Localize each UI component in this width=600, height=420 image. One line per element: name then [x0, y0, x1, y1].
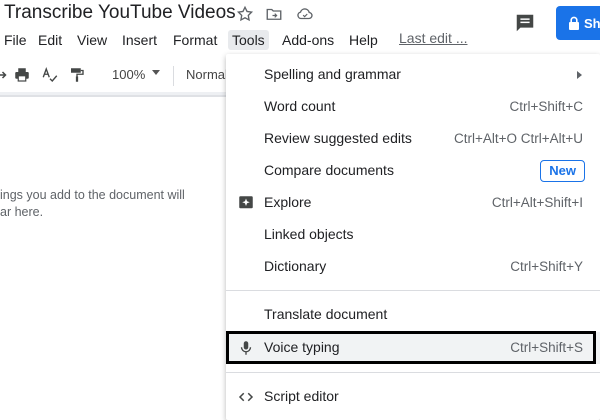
menu-item-label: Linked objects [264, 226, 354, 242]
document-outline-panel: ings you add to the document will ar her… [0, 97, 230, 420]
menu-item-shortcut: Ctrl+Alt+Shift+I [491, 195, 583, 210]
menu-separator [226, 372, 600, 373]
toolbar-divider [173, 66, 174, 86]
submenu-arrow-icon [577, 71, 582, 79]
outline-hint-line-1: ings you add to the document will [0, 188, 185, 202]
tools-menu: Spelling and grammar Word count Ctrl+Shi… [226, 54, 600, 420]
menu-separator [226, 290, 600, 291]
menu-item-script-editor[interactable]: Script editor [226, 381, 600, 413]
menu-help[interactable]: Help [345, 30, 382, 50]
redo-icon[interactable] [0, 66, 10, 84]
move-to-folder-icon[interactable] [265, 5, 283, 23]
menu-add-ons[interactable]: Add-ons [278, 30, 338, 50]
menu-item-compare-documents[interactable]: Compare documents New [226, 155, 600, 187]
menu-item-label: Voice typing [264, 339, 340, 355]
menu-item-label: Dictionary [264, 258, 327, 274]
menu-item-shortcut: Ctrl+Shift+C [509, 99, 583, 114]
share-button-label: Sh [584, 16, 600, 31]
menu-item-shortcut: Ctrl+Alt+O Ctrl+Alt+U [453, 131, 583, 146]
menu-item-shortcut: Ctrl+Shift+Y [510, 259, 583, 274]
menu-item-translate-document[interactable]: Translate document [226, 299, 600, 331]
menu-item-label: Script editor [264, 388, 339, 404]
menu-item-dictionary[interactable]: Dictionary Ctrl+Shift+Y [226, 251, 600, 283]
menu-item-spelling-and-grammar[interactable]: Spelling and grammar [226, 59, 600, 91]
zoom-select[interactable]: 100% [112, 67, 145, 82]
menu-item-label: Compare documents [264, 162, 394, 178]
paint-format-icon[interactable] [68, 66, 86, 84]
share-button[interactable]: Sh [556, 6, 600, 40]
menu-file[interactable]: File [0, 30, 31, 50]
menu-insert[interactable]: Insert [118, 30, 161, 50]
document-title[interactable]: Transcribe YouTube Videos [4, 2, 236, 24]
menu-item-review-suggested-edits[interactable]: Review suggested edits Ctrl+Alt+O Ctrl+A… [226, 123, 600, 155]
menu-item-shortcut: Ctrl+Shift+S [510, 340, 583, 355]
last-edit-link[interactable]: Last edit ... [399, 30, 467, 46]
menu-edit[interactable]: Edit [34, 30, 66, 50]
explore-icon [237, 194, 255, 212]
title-bar: Transcribe YouTube Videos Sh [0, 0, 600, 40]
microphone-icon [237, 339, 255, 357]
paragraph-style-select[interactable]: Normal [186, 67, 228, 82]
outline-hint-line-2: ar here. [0, 205, 44, 219]
menu-format[interactable]: Format [169, 30, 221, 50]
menu-item-linked-objects[interactable]: Linked objects [226, 219, 600, 251]
cloud-status-icon[interactable] [296, 5, 314, 23]
menu-item-explore[interactable]: Explore Ctrl+Alt+Shift+I [226, 187, 600, 219]
menu-item-label: Word count [264, 98, 336, 114]
outline-hint: ings you add to the document will ar her… [0, 187, 200, 221]
star-icon[interactable] [236, 5, 254, 23]
spellcheck-icon[interactable] [41, 66, 59, 84]
menu-view[interactable]: View [73, 30, 111, 50]
new-badge: New [540, 160, 585, 182]
code-icon [237, 388, 255, 406]
menu-tools[interactable]: Tools [228, 30, 269, 50]
menu-item-label: Explore [264, 194, 312, 210]
menu-item-label: Translate document [264, 306, 388, 322]
menu-item-voice-typing[interactable]: Voice typing Ctrl+Shift+S [226, 332, 600, 364]
menu-item-label: Spelling and grammar [264, 66, 401, 82]
menu-item-label: Review suggested edits [264, 130, 412, 146]
menu-item-word-count[interactable]: Word count Ctrl+Shift+C [226, 91, 600, 123]
lock-icon [569, 16, 579, 30]
print-icon[interactable] [13, 66, 31, 84]
zoom-dropdown-icon[interactable] [152, 70, 160, 75]
